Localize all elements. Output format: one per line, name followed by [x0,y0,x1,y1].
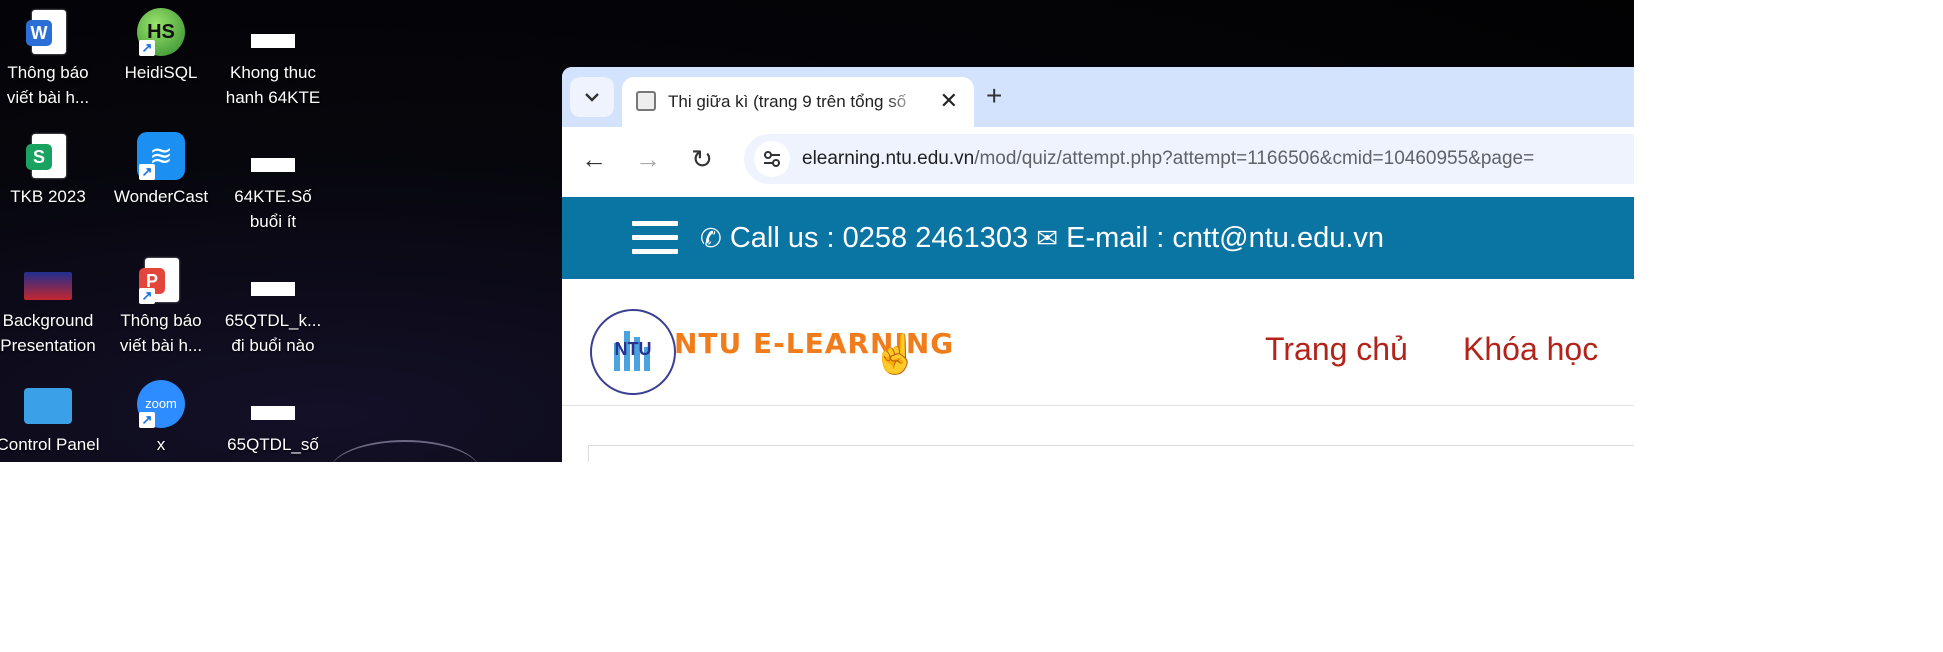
new-tab-button[interactable]: + [986,79,1002,113]
desktop-icon-control-panel[interactable]: Control Panel [0,372,103,457]
ntu-logo-emblem[interactable]: NTU [590,309,676,395]
desktop-icon-label: 65QTDL_số [227,435,319,454]
tune-icon [764,151,780,167]
logo-abbr: NTU [614,339,652,359]
file-icon [251,34,295,48]
file-icon [251,158,295,172]
desktop-icon-label: 65QTDL_k... đi buổi nào [224,311,322,355]
file-icon [251,406,295,420]
word-doc-icon: W [26,20,52,46]
browser-window: Thi giữa kì (trang 9 trên tổng số ✕ + ← … [562,67,1634,462]
control-panel-icon [24,388,72,424]
shortcut-arrow-icon: ↗ [139,40,155,56]
desktop-icon-label: WonderCast [113,187,209,206]
desktop-wallpaper-glow [330,440,480,462]
pointing-hand-icon: ☝ [872,334,920,376]
desktop-icon-label: HeidiSQL [124,63,198,82]
chevron-down-icon [585,93,599,102]
screenshot-area: W Thông báo viết bài h... S TKB 2023 Bac… [0,0,1634,462]
nav-courses-link[interactable]: Khóa học [1463,331,1598,368]
desktop-icon-zoom[interactable]: zoom ↗ x [106,372,216,457]
page-favicon-icon [636,91,656,111]
desktop-icon-label: Khong thuc hanh 64KTE [225,63,321,107]
desktop-icon-label: TKB 2023 [10,187,86,206]
desktop-icon-65qtdl-k[interactable]: 65QTDL_k... đi buổi nào [218,248,328,358]
close-tab-icon[interactable]: ✕ [940,86,958,116]
quiz-content-box [588,445,1634,462]
browser-toolbar: ← → ↻ elearning.ntu.edu.vn/mod/quiz/atte… [562,127,1634,191]
spreadsheet-icon: S [26,144,52,170]
file-icon [251,282,295,296]
reload-button[interactable]: ↻ [684,141,720,177]
site-header: NTU NTU E-LEARNING ☝ Trang chủ Khóa học [562,279,1634,406]
phone-icon: ✆ [700,223,722,253]
desktop-icon-heidisql[interactable]: HS ↗ HeidiSQL [106,0,216,85]
shortcut-arrow-icon: ↗ [139,412,155,428]
call-us-text: Call us : 0258 2461303 [729,222,1029,254]
contact-info: ✆ Call us : 0258 2461303 ✉ E-mail : cntt… [700,197,1384,279]
url-text: elearning.ntu.edu.vn/mod/quiz/attempt.ph… [802,134,1534,184]
url-host: elearning.ntu.edu.vn [802,148,975,169]
desktop-icon-label: Control Panel [0,435,100,454]
site-topbar: ✆ Call us : 0258 2461303 ✉ E-mail : cntt… [562,197,1634,279]
shortcut-arrow-icon: ↗ [139,288,155,304]
desktop-icon-khong-thuc-hanh[interactable]: Khong thuc hanh 64KTE [218,0,328,110]
desktop-icon-65qtdl-so[interactable]: 65QTDL_số [218,372,328,457]
desktop-icon-background-presentation[interactable]: Background Presentation [0,248,103,358]
desktop-icon-label: Background Presentation [0,311,96,355]
desktop-icon-tkb-2023[interactable]: S TKB 2023 [0,124,103,209]
envelope-icon: ✉ [1036,223,1059,253]
shortcut-arrow-icon: ↗ [139,164,155,180]
tab-search-button[interactable] [570,77,614,117]
nav-home-link[interactable]: Trang chủ [1265,331,1408,368]
address-bar[interactable]: elearning.ntu.edu.vn/mod/quiz/attempt.ph… [744,134,1634,184]
tab-strip: Thi giữa kì (trang 9 trên tổng số ✕ + [562,67,1634,135]
desktop-icon-wondercast[interactable]: ≋ ↗ WonderCast [106,124,216,209]
desktop-icon-label: x [156,435,166,454]
desktop-icon-pdf[interactable]: P ↗ Thông báo viết bài h... [106,248,216,358]
forward-button[interactable]: → [630,141,666,177]
desktop-icon-label: 64KTE.Số buổi ít [234,187,312,231]
desktop-icon-word-doc[interactable]: W Thông báo viết bài h... [0,0,103,110]
presentation-icon [24,272,72,300]
email-text[interactable]: E-mail : cntt@ntu.edu.vn [1066,222,1384,254]
desktop-icon-label: Thông báo viết bài h... [119,311,203,355]
hamburger-menu-icon[interactable] [632,221,678,255]
back-button[interactable]: ← [576,141,612,177]
desktop-icon-label: Thông báo viết bài h... [6,63,90,107]
tab-title: Thi giữa kì (trang 9 trên tổng số [668,92,907,111]
desktop-icon-64kte[interactable]: 64KTE.Số buổi ít [218,124,328,234]
site-info-button[interactable] [754,141,790,177]
url-path: /mod/quiz/attempt.php?attempt=1166506&cm… [974,148,1535,169]
